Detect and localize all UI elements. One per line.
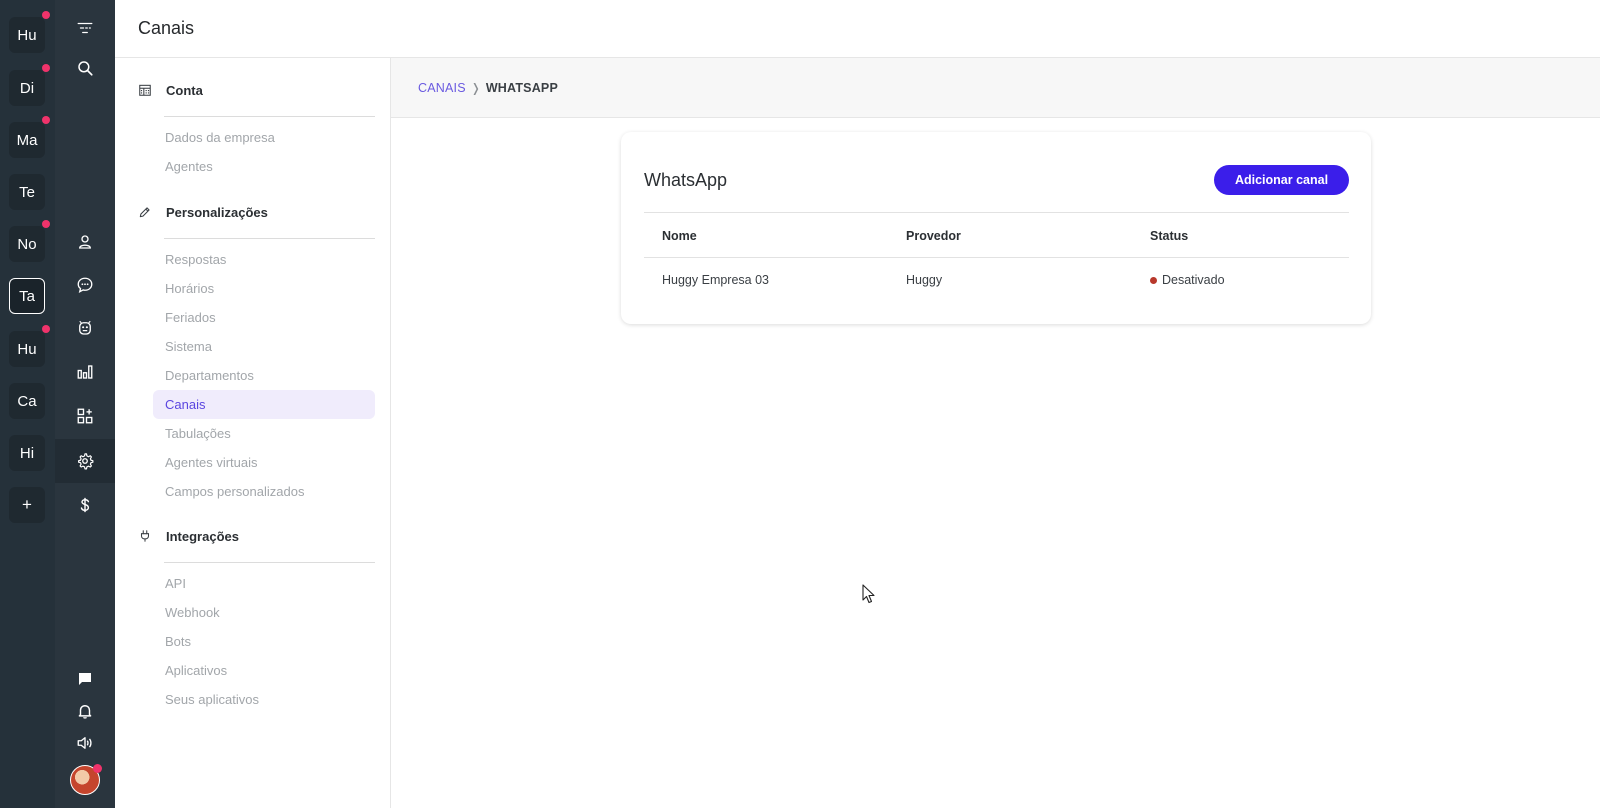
workspace-item[interactable]: Ma <box>9 116 50 158</box>
plug-icon <box>140 530 150 542</box>
icon-nav <box>55 0 115 808</box>
menu-item-departamentos[interactable]: Departamentos <box>153 361 375 390</box>
workspace-item[interactable]: Ca <box>9 383 45 419</box>
workspace-item[interactable]: Hi <box>9 435 45 471</box>
menu-item-sistema[interactable]: Sistema <box>153 332 375 361</box>
chat-bubble-icon[interactable] <box>55 263 115 307</box>
group-title: Personalizações <box>166 204 268 220</box>
workspace-item-active[interactable]: Ta <box>9 278 45 314</box>
bell-icon[interactable] <box>55 695 115 727</box>
search-icon[interactable] <box>55 46 115 90</box>
workspace-label: Te <box>19 183 35 201</box>
breadcrumb-bar: CANAIS ❭ WHATSAPP <box>391 58 1600 118</box>
menu-item-tabulacoes[interactable]: Tabulações <box>153 419 375 448</box>
workspace-label: Hu <box>17 340 37 358</box>
status-text: Desativado <box>1162 273 1225 287</box>
group-personalizacoes: Personalizações <box>138 202 268 222</box>
page-header: Canais <box>115 0 1600 58</box>
breadcrumb-canais-link[interactable]: CANAIS <box>418 81 466 95</box>
add-workspace-button[interactable]: + <box>9 487 45 523</box>
column-header-nome: Nome <box>662 229 697 243</box>
divider <box>164 238 375 239</box>
breadcrumb: CANAIS ❭ WHATSAPP <box>418 81 558 95</box>
notification-dot <box>42 116 50 124</box>
menu-item-canais[interactable]: Canais <box>153 390 375 419</box>
menu-item-feriados[interactable]: Feriados <box>153 303 375 332</box>
workspace-label: Ma <box>16 131 38 149</box>
volume-icon[interactable] <box>55 727 115 759</box>
workspace-label: Hu <box>17 26 37 44</box>
workspace-label: Hi <box>19 444 35 462</box>
workspace-rail: Hu Di Ma Te No Ta Hu Ca Hi + <box>0 0 55 808</box>
notification-dot <box>42 325 50 333</box>
workspace-item[interactable]: No <box>9 220 50 262</box>
card-title: WhatsApp <box>644 170 728 190</box>
divider <box>164 116 375 117</box>
group-conta: Conta <box>138 80 203 100</box>
cell-nome[interactable]: Huggy Empresa 03 <box>662 273 769 287</box>
notification-dot <box>42 11 50 19</box>
mouse-pointer-icon <box>862 584 875 604</box>
message-icon[interactable] <box>55 663 115 695</box>
workspace-item[interactable]: Te <box>9 174 45 210</box>
workspace-label: Ca <box>17 392 37 410</box>
divider <box>644 212 1349 213</box>
group-title: Integrações <box>166 528 239 544</box>
avatar-notification-dot <box>93 764 102 773</box>
menu-item-respostas[interactable]: Respostas <box>153 245 375 274</box>
group-title: Conta <box>166 82 203 98</box>
cell-status: Desativado <box>1150 273 1225 287</box>
menu-item-horarios[interactable]: Horários <box>153 274 375 303</box>
menu-item-agentes-virtuais[interactable]: Agentes virtuais <box>153 448 375 477</box>
add-channel-button[interactable]: Adicionar canal <box>1214 165 1349 195</box>
column-header-status: Status <box>1150 229 1189 243</box>
chevron-right-icon: ❭ <box>470 81 481 95</box>
bot-icon[interactable] <box>55 306 115 350</box>
settings-sidebar: Conta Dados da empresa Agentes Personali… <box>115 58 391 808</box>
page-title: Canais <box>138 18 195 38</box>
notification-dot <box>42 220 50 228</box>
column-header-provedor: Provedor <box>906 229 961 243</box>
menu-icon[interactable] <box>55 6 115 50</box>
group-integracoes: Integrações <box>138 526 239 546</box>
divider <box>644 257 1349 258</box>
menu-item-webhook[interactable]: Webhook <box>153 598 375 627</box>
main-content: CANAIS ❭ WHATSAPP WhatsApp Adicionar can… <box>391 58 1600 808</box>
gear-icon[interactable] <box>55 439 115 483</box>
contacts-icon[interactable] <box>55 220 115 264</box>
notification-dot <box>42 64 50 72</box>
divider <box>164 562 375 563</box>
status-dot-icon <box>1150 276 1157 284</box>
workspace-label: No <box>17 235 37 253</box>
apps-icon[interactable] <box>55 394 115 438</box>
menu-item-seus-aplicativos[interactable]: Seus aplicativos <box>153 685 375 714</box>
channel-card: WhatsApp Adicionar canal Nome Provedor S… <box>621 132 1371 324</box>
avatar[interactable] <box>70 764 102 795</box>
workspace-item[interactable]: Hu <box>9 325 50 367</box>
menu-item-api[interactable]: API <box>153 569 375 598</box>
pencil-icon <box>139 207 150 218</box>
add-workspace-label: + <box>22 495 32 514</box>
workspace-label: Ta <box>19 287 35 305</box>
workspace-label: Di <box>19 79 35 97</box>
menu-item-agentes[interactable]: Agentes <box>153 152 375 181</box>
menu-item-bots[interactable]: Bots <box>153 627 375 656</box>
dollar-icon[interactable] <box>55 483 115 527</box>
reports-icon[interactable] <box>55 350 115 394</box>
building-icon <box>139 84 151 96</box>
menu-item-aplicativos[interactable]: Aplicativos <box>153 656 375 685</box>
menu-item-dados-da-empresa[interactable]: Dados da empresa <box>153 123 375 152</box>
workspace-item[interactable]: Di <box>9 64 50 106</box>
cell-provedor: Huggy <box>906 273 943 287</box>
workspace-item[interactable]: Hu <box>9 11 50 53</box>
menu-item-campos-personalizados[interactable]: Campos personalizados <box>153 477 375 506</box>
breadcrumb-current: WHATSAPP <box>485 81 559 95</box>
